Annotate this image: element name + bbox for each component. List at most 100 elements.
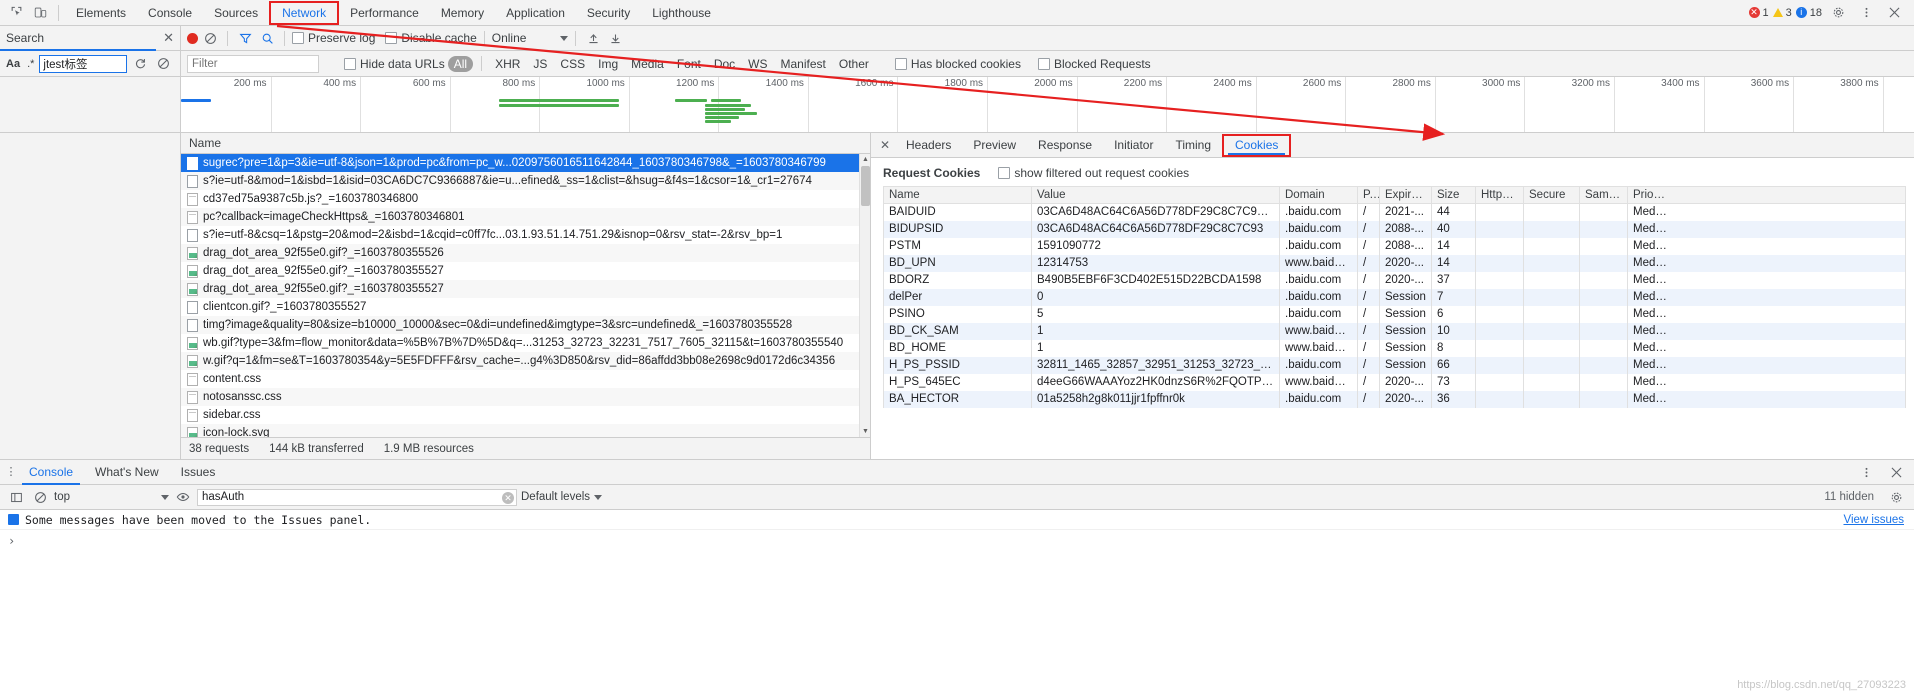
- inspect-cursor-icon[interactable]: [4, 1, 28, 25]
- cookie-row[interactable]: delPer 0 .baidu.com / Session 7 Mediu...: [884, 289, 1905, 306]
- request-row[interactable]: s?ie=utf-8&csq=1&pstg=20&mod=2&isbd=1&cq…: [181, 226, 870, 244]
- tab-memory[interactable]: Memory: [430, 0, 495, 26]
- console-message-row[interactable]: Some messages have been moved to the Iss…: [0, 510, 1914, 530]
- filter-type-other[interactable]: Other: [834, 56, 874, 72]
- device-toggle-icon[interactable]: [28, 1, 52, 25]
- search-icon[interactable]: [257, 28, 277, 48]
- blocked-requests-checkbox[interactable]: Blocked Requests: [1037, 57, 1151, 71]
- search-close-icon[interactable]: ✕: [163, 30, 174, 46]
- filter-type-ws[interactable]: WS: [743, 56, 772, 72]
- drawer-tab-whats-new[interactable]: What's New: [84, 460, 170, 485]
- error-count-badge[interactable]: ✕ 1: [1748, 7, 1769, 19]
- request-row[interactable]: s?ie=utf-8&mod=1&isbd=1&isid=03CA6DC7C93…: [181, 172, 870, 190]
- col-name[interactable]: Name: [884, 186, 1032, 204]
- detail-tab-cookies[interactable]: Cookies: [1222, 133, 1292, 157]
- cookie-row[interactable]: PSTM 1591090772 .baidu.com/2088-... 14 Mediu…: [884, 238, 1905, 255]
- cookie-row[interactable]: BIDUPSID 03CA6D48AC64C6A56D778DF29C8C7C93…: [884, 221, 1905, 238]
- request-row[interactable]: sugrec?pre=1&p=3&ie=utf-8&json=1&prod=pc…: [181, 154, 870, 172]
- col-value[interactable]: Value: [1032, 186, 1280, 204]
- tab-sources[interactable]: Sources: [203, 0, 269, 26]
- requests-scrollbar[interactable]: ▲ ▼: [859, 154, 870, 437]
- console-context-dropdown[interactable]: top: [54, 491, 169, 503]
- request-row[interactable]: drag_dot_area_92f55e0.gif?_=160378035552…: [181, 262, 870, 280]
- col-secure[interactable]: Secure: [1524, 186, 1580, 204]
- close-icon[interactable]: [1882, 1, 1906, 25]
- filter-type-js[interactable]: JS: [528, 56, 552, 72]
- tab-console[interactable]: Console: [137, 0, 203, 26]
- import-har-icon[interactable]: [583, 28, 603, 48]
- console-levels-dropdown[interactable]: Default levels: [521, 491, 603, 503]
- view-issues-link[interactable]: View issues: [1843, 514, 1914, 526]
- cookie-row[interactable]: BAIDUID 03CA6D48AC64C6A56D778DF29C8C7C93:…: [884, 204, 1905, 221]
- tab-network[interactable]: Network: [269, 0, 340, 25]
- cookie-row[interactable]: BD_CK_SAM 1 www.baidu.c... / Session 10 Mediu.…: [884, 323, 1905, 340]
- export-har-icon[interactable]: [605, 28, 625, 48]
- cookie-row[interactable]: H_PS_PSSID 32811_1465_32857_32951_31253_3…: [884, 357, 1905, 374]
- tab-performance[interactable]: Performance: [339, 0, 430, 26]
- col-samesite[interactable]: Same...: [1580, 186, 1628, 204]
- filter-input[interactable]: [187, 54, 319, 73]
- more-vertical-icon[interactable]: [1854, 1, 1878, 25]
- cookie-row[interactable]: BDORZ B490B5EBF6F3CD402E515D22BCDA1598 .ba…: [884, 272, 1905, 289]
- detail-tab-preview[interactable]: Preview: [962, 133, 1027, 158]
- cookie-row[interactable]: PSINO 5 .baidu.com / Session 6 Mediu...: [884, 306, 1905, 323]
- filter-type-font[interactable]: Font: [672, 56, 706, 72]
- search-input[interactable]: [39, 54, 128, 73]
- drawer-tab-console[interactable]: Console: [18, 460, 84, 485]
- filter-type-manifest[interactable]: Manifest: [776, 56, 831, 72]
- regex-button[interactable]: .*: [25, 58, 36, 70]
- request-row[interactable]: drag_dot_area_92f55e0.gif?_=160378035552…: [181, 244, 870, 262]
- clear-network-icon[interactable]: [200, 28, 220, 48]
- drawer-more-vertical-icon[interactable]: [1854, 460, 1878, 484]
- tab-security[interactable]: Security: [576, 0, 641, 26]
- requests-list[interactable]: sugrec?pre=1&p=3&ie=utf-8&json=1&prod=pc…: [181, 154, 870, 437]
- filter-type-doc[interactable]: Doc: [709, 56, 740, 72]
- console-filter-clear-icon[interactable]: ✕: [502, 491, 514, 504]
- drawer-tab-issues[interactable]: Issues: [170, 460, 227, 485]
- hide-data-urls-checkbox[interactable]: Hide data URLs: [344, 57, 445, 71]
- drawer-close-icon[interactable]: [1884, 460, 1908, 484]
- col-path[interactable]: P..: [1358, 186, 1380, 204]
- request-row[interactable]: cd37ed75a9387c5b.js?_=1603780346800: [181, 190, 870, 208]
- detail-close-icon[interactable]: ✕: [875, 135, 895, 155]
- tab-elements[interactable]: Elements: [65, 0, 137, 26]
- cookie-row[interactable]: BD_HOME 1 www.baidu.c... / Session 8 Mediu...: [884, 340, 1905, 357]
- warning-count-badge[interactable]: 3: [1772, 7, 1792, 19]
- drawer-more-icon[interactable]: ⋮: [4, 467, 18, 478]
- detail-tab-initiator[interactable]: Initiator: [1103, 133, 1164, 158]
- clear-icon[interactable]: [153, 54, 173, 74]
- request-row[interactable]: pc?callback=imageCheckHttps&_=1603780346…: [181, 208, 870, 226]
- gear-icon[interactable]: [1826, 1, 1850, 25]
- col-expires[interactable]: Expire...: [1380, 186, 1432, 204]
- scroll-up-arrow[interactable]: ▲: [860, 154, 871, 165]
- console-prompt[interactable]: ›: [0, 530, 1914, 552]
- request-row[interactable]: content.css: [181, 370, 870, 388]
- request-row[interactable]: icon-lock.svg: [181, 424, 870, 437]
- console-filter-input[interactable]: [197, 488, 517, 506]
- info-count-badge[interactable]: i 18: [1795, 7, 1822, 19]
- filter-funnel-icon[interactable]: [235, 28, 255, 48]
- request-row[interactable]: clientcon.gif?_=1603780355527: [181, 298, 870, 316]
- filter-type-xhr[interactable]: XHR: [490, 56, 525, 72]
- detail-tab-timing[interactable]: Timing: [1164, 133, 1222, 158]
- record-button[interactable]: [187, 32, 198, 44]
- disable-cache-checkbox[interactable]: Disable cache: [385, 31, 477, 45]
- request-row[interactable]: w.gif?q=1&fm=se&T=1603780354&y=5E5FDFFF&…: [181, 352, 870, 370]
- cookie-row[interactable]: BA_HECTOR 01a5258h2g8k011jjr1fpffnr0k .bai…: [884, 391, 1905, 408]
- throttling-dropdown[interactable]: Online: [492, 31, 569, 45]
- request-row[interactable]: timg?image&quality=80&size=b10000_10000&…: [181, 316, 870, 334]
- cookie-row[interactable]: H_PS_645EC d4eeG66WAAAYoz2HK0dnzS6R%2FQOT…: [884, 374, 1905, 391]
- col-domain[interactable]: Domain: [1280, 186, 1358, 204]
- cookie-row[interactable]: BD_UPN 12314753 www.baidu.c.../2020-... 14 M…: [884, 255, 1905, 272]
- detail-tab-headers[interactable]: Headers: [895, 133, 962, 158]
- request-row[interactable]: sidebar.css: [181, 406, 870, 424]
- col-priority[interactable]: Priority: [1628, 187, 1672, 204]
- show-filtered-cookies-checkbox[interactable]: show filtered out request cookies: [998, 166, 1189, 180]
- filter-type-media[interactable]: Media: [626, 56, 669, 72]
- tab-lighthouse[interactable]: Lighthouse: [641, 0, 722, 26]
- col-httponly[interactable]: HttpO...: [1476, 186, 1524, 204]
- has-blocked-cookies-checkbox[interactable]: Has blocked cookies: [894, 57, 1021, 71]
- filter-type-css[interactable]: CSS: [555, 56, 590, 72]
- preserve-log-checkbox[interactable]: Preserve log: [292, 31, 375, 45]
- col-size[interactable]: Size: [1432, 186, 1476, 204]
